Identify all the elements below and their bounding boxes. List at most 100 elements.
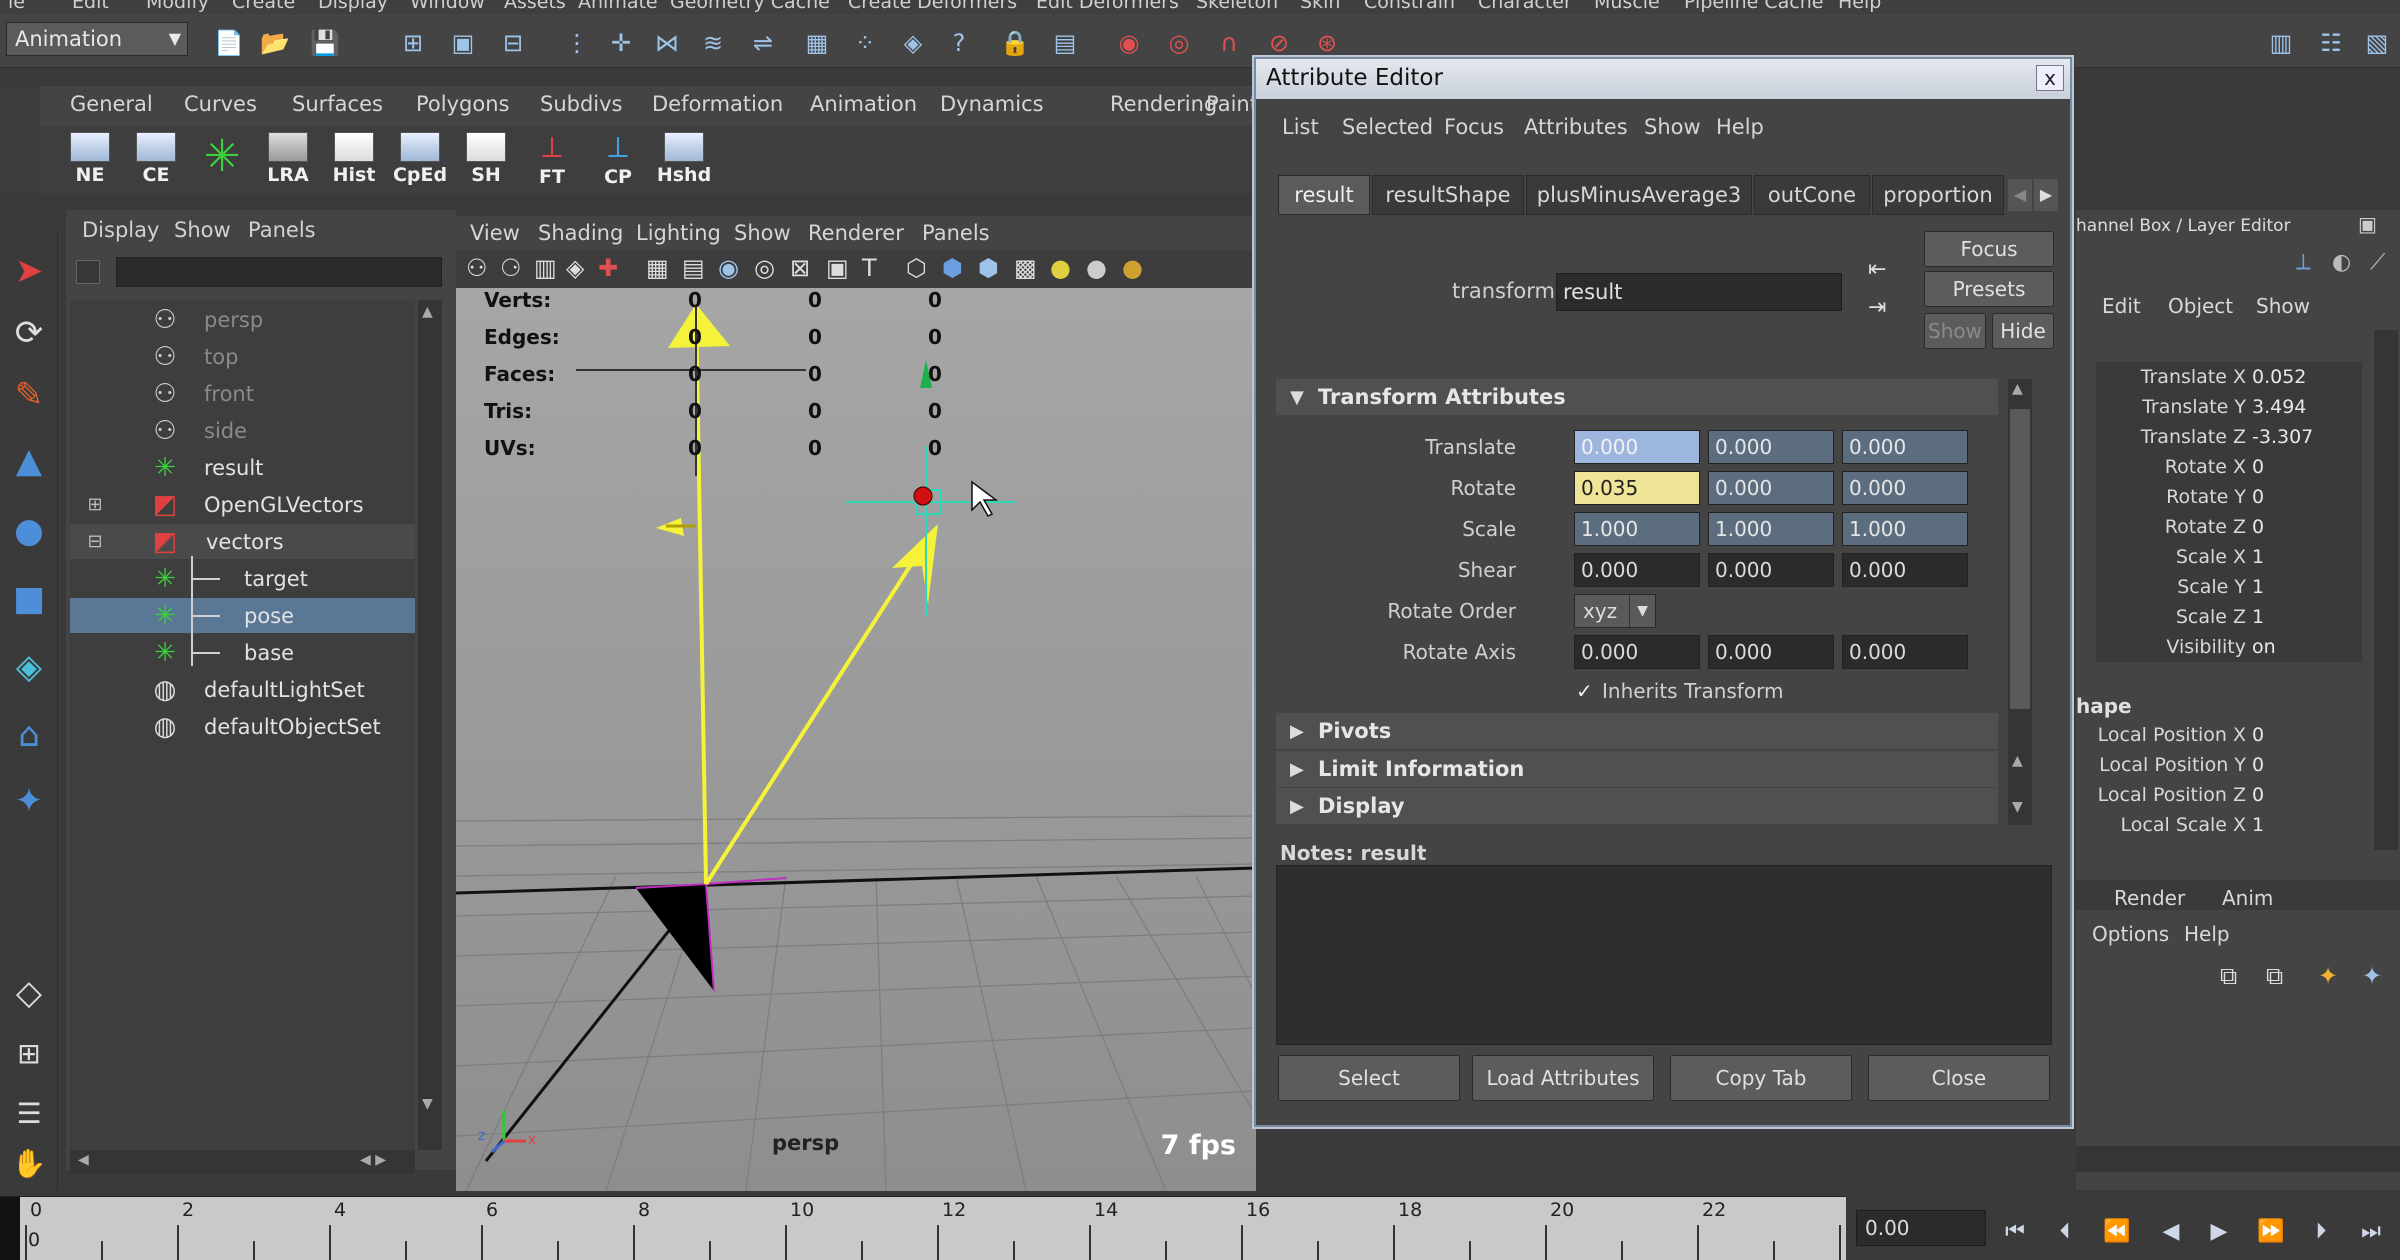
channel-menu-object[interactable]: Object: [2168, 294, 2233, 318]
tab-plusminusaverage3[interactable]: plusMinusAverage3: [1526, 175, 1752, 215]
outliner-menu-panels[interactable]: Panels: [248, 218, 316, 242]
layer-options-icon[interactable]: ✦: [2362, 962, 2382, 990]
menu-assets[interactable]: Assets: [504, 0, 566, 13]
go-to-output-icon[interactable]: ⇥: [1868, 295, 1886, 320]
menu-animate[interactable]: Animate: [578, 0, 658, 13]
select-object-icon[interactable]: ▣: [446, 26, 480, 60]
shelf-button-hshd[interactable]: Hshd: [657, 132, 711, 190]
channel-label-translate-z[interactable]: Translate Z: [2076, 426, 2246, 448]
menu-create-deformers[interactable]: Create Deformers: [848, 0, 1017, 13]
move-tool-icon[interactable]: ▲: [6, 438, 52, 484]
tab-resultshape[interactable]: resultShape: [1372, 175, 1524, 215]
camera-select-icon[interactable]: ⚇: [466, 254, 488, 282]
magnet-icon[interactable]: ∩: [1212, 26, 1246, 60]
shelf-tab-deformation[interactable]: Deformation: [652, 92, 783, 116]
frame-limit-information[interactable]: ▶ Limit Information: [1276, 751, 1998, 787]
rotate-y-field[interactable]: 0.000: [1708, 471, 1834, 505]
menu-edit-deformers[interactable]: Edit Deformers: [1036, 0, 1179, 13]
history-icon[interactable]: ▤: [1048, 26, 1082, 60]
go-to-start-icon[interactable]: ⏮: [1996, 1216, 2034, 1246]
channel-value-rotate-z[interactable]: 0: [2252, 516, 2264, 538]
menu-edit[interactable]: Edit: [72, 0, 109, 13]
shear-x-field[interactable]: 0.000: [1574, 553, 1700, 587]
ae-menu-selected[interactable]: Selected: [1342, 115, 1433, 139]
shelf-tab-dynamics[interactable]: Dynamics: [940, 92, 1044, 116]
shelf-tab-surfaces[interactable]: Surfaces: [292, 92, 383, 116]
perspective-viewport[interactable]: z x View Shading Lighting Show Renderer …: [456, 216, 1256, 1191]
camera-attributes-icon[interactable]: ⚆: [500, 254, 522, 282]
attribute-editor-toggle-icon[interactable]: ▥: [2264, 26, 2298, 60]
frame-pivots[interactable]: ▶ Pivots: [1276, 713, 1998, 749]
step-back-key-icon[interactable]: ⏪: [2098, 1216, 2136, 1246]
four-view-icon[interactable]: ⊞: [6, 1030, 52, 1076]
field-chart-icon[interactable]: ⊠: [790, 254, 810, 282]
step-forward-key-icon[interactable]: ⏩: [2252, 1216, 2290, 1246]
scale-y-field[interactable]: 1.000: [1708, 512, 1834, 546]
safe-action-icon[interactable]: ▣: [826, 254, 849, 282]
shelf-button-cped[interactable]: CpEd: [393, 132, 447, 190]
single-perspective-icon[interactable]: ◇: [6, 970, 52, 1016]
channel-label-rotate-x[interactable]: Rotate X: [2076, 456, 2246, 478]
grease-pencil-icon[interactable]: ✚: [598, 254, 618, 282]
hide-button[interactable]: Hide: [1992, 313, 2054, 349]
open-scene-icon[interactable]: 📂: [258, 26, 292, 60]
layer-horizontal-scrollbar[interactable]: [2076, 1146, 2400, 1172]
scroll-down-icon[interactable]: ▼: [2012, 799, 2023, 815]
current-frame-input[interactable]: 0.00: [1856, 1210, 1986, 1246]
shape-value-local-position-y[interactable]: 0: [2252, 754, 2264, 776]
play-forwards-icon[interactable]: ▶: [2200, 1216, 2238, 1246]
viewport-menu-shading[interactable]: Shading: [538, 221, 623, 245]
channel-value-rotate-y[interactable]: 0: [2252, 486, 2264, 508]
shear-y-field[interactable]: 0.000: [1708, 553, 1834, 587]
scale-x-field[interactable]: 1.000: [1574, 512, 1700, 546]
rotate-axis-x-field[interactable]: 0.000: [1574, 635, 1700, 669]
attribute-editor-titlebar[interactable]: Attribute Editor x: [1256, 59, 2070, 99]
new-layer-icon[interactable]: ⧉: [2220, 962, 2237, 990]
ipr-render-icon[interactable]: ◎: [1162, 26, 1196, 60]
make-live-icon[interactable]: ⇌: [746, 26, 780, 60]
shelf-tab-polygons[interactable]: Polygons: [416, 92, 509, 116]
filter-icon[interactable]: [76, 260, 100, 284]
inherits-transform-checkbox[interactable]: ✓: [1576, 679, 1593, 703]
safe-title-icon[interactable]: T: [862, 254, 877, 282]
film-gate-icon[interactable]: ▤: [682, 254, 705, 282]
step-back-frame-icon[interactable]: ⏴: [2046, 1216, 2084, 1246]
viewport-menu-panels[interactable]: Panels: [922, 221, 990, 245]
scroll-down-icon[interactable]: ▼: [422, 1096, 433, 1112]
translate-y-field[interactable]: 0.000: [1708, 430, 1834, 464]
outliner-vertical-scrollbar[interactable]: ▲ ▼: [418, 300, 442, 1150]
menu-display[interactable]: Display: [318, 0, 388, 13]
channel-menu-edit[interactable]: Edit: [2102, 294, 2141, 318]
tab-scroll-right-icon[interactable]: ▶: [2034, 179, 2058, 211]
outliner-layout-icon[interactable]: ☰: [6, 1090, 52, 1136]
layer-menu-options[interactable]: Options: [2092, 922, 2169, 946]
rotate-z-field[interactable]: 0.000: [1842, 471, 1968, 505]
channel-label-scale-y[interactable]: Scale Y: [2076, 576, 2246, 598]
shelf-tab-general[interactable]: General: [70, 92, 153, 116]
rotate-tool-icon[interactable]: ●: [6, 508, 52, 554]
select-button[interactable]: Select: [1278, 1055, 1460, 1101]
points-icon[interactable]: ⁘: [848, 26, 882, 60]
viewport-menu-lighting[interactable]: Lighting: [636, 221, 721, 245]
channel-label-translate-x[interactable]: Translate X: [2076, 366, 2246, 388]
channel-label-scale-x[interactable]: Scale X: [2076, 546, 2246, 568]
menu-muscle[interactable]: Muscle: [1594, 0, 1660, 13]
snap-curve-icon[interactable]: ✛: [604, 26, 638, 60]
gate-mask-icon[interactable]: ◎: [754, 254, 775, 282]
step-forward-frame-icon[interactable]: ⏵: [2302, 1216, 2340, 1246]
translate-x-field[interactable]: 0.000: [1574, 430, 1700, 464]
channel-value-rotate-x[interactable]: 0: [2252, 456, 2264, 478]
grid-toggle-icon[interactable]: ▦: [646, 254, 669, 282]
grid-icon[interactable]: ▦: [800, 26, 834, 60]
channel-label-visibility[interactable]: Visibility: [2076, 636, 2246, 658]
wireframe-icon[interactable]: ⬡: [906, 254, 927, 282]
presets-button[interactable]: Presets: [1924, 271, 2054, 307]
tool-settings-icon[interactable]: ☷: [2314, 26, 2348, 60]
translate-z-field[interactable]: 0.000: [1842, 430, 1968, 464]
shelf-tab-curves[interactable]: Curves: [184, 92, 257, 116]
snap-plane-icon[interactable]: ≋: [696, 26, 730, 60]
menu-skin[interactable]: Skin: [1300, 0, 1340, 13]
select-component-icon[interactable]: ⊟: [496, 26, 530, 60]
outliner-horizontal-scrollbar[interactable]: ◀ ◀ ▶: [70, 1150, 415, 1174]
viewport-menu-view[interactable]: View: [470, 221, 520, 245]
